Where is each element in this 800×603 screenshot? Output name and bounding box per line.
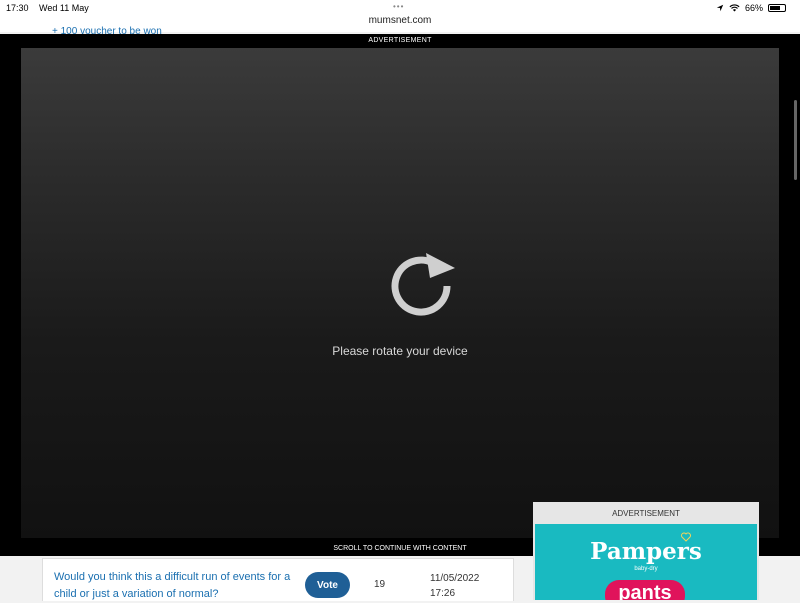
status-right: 66% (716, 3, 786, 13)
more-dots-icon[interactable]: ••• (393, 2, 404, 11)
thread-title-link[interactable]: Would you think this a difficult run of … (54, 569, 294, 603)
ad-overlay[interactable]: ADVERTISEMENT Please rotate your device … (0, 34, 800, 556)
wifi-icon (729, 4, 740, 12)
vote-count: 19 (374, 579, 386, 590)
pants-badge: pants (605, 580, 685, 600)
ad-overlay-label: ADVERTISEMENT (368, 37, 432, 44)
scrollbar[interactable] (794, 100, 797, 180)
battery-icon (768, 4, 786, 12)
babydry-label: baby-dry (634, 566, 658, 572)
status-date: Wed 11 May (39, 3, 89, 13)
status-left: 17:30 Wed 11 May (6, 3, 97, 13)
ad-video-frame[interactable]: Please rotate your device (21, 48, 779, 538)
address-bar[interactable]: mumsnet.com (0, 15, 800, 26)
pampers-logo: Pampers (590, 538, 702, 565)
rotate-icon (391, 253, 455, 316)
status-time: 17:30 (6, 3, 29, 13)
pampers-ad-image[interactable]: Pampers baby-dry pants (535, 524, 757, 600)
rotate-message: Please rotate your device (332, 344, 468, 358)
thread-date: 11/05/2022 17:26 (430, 571, 479, 601)
thread-date-day: 11/05/2022 (430, 573, 480, 584)
side-ad-label: ADVERTISEMENT (612, 509, 680, 518)
battery-percent: 66% (744, 3, 763, 13)
table-row: Would you think this a difficult run of … (42, 558, 514, 601)
location-icon (716, 4, 724, 12)
side-advert[interactable]: ADVERTISEMENT Pampers baby-dry pants (533, 502, 759, 600)
partial-link[interactable]: + 100 voucher to be won (52, 26, 162, 37)
vote-button[interactable]: Vote (305, 572, 350, 598)
thread-date-time: 17:26 (430, 588, 456, 599)
